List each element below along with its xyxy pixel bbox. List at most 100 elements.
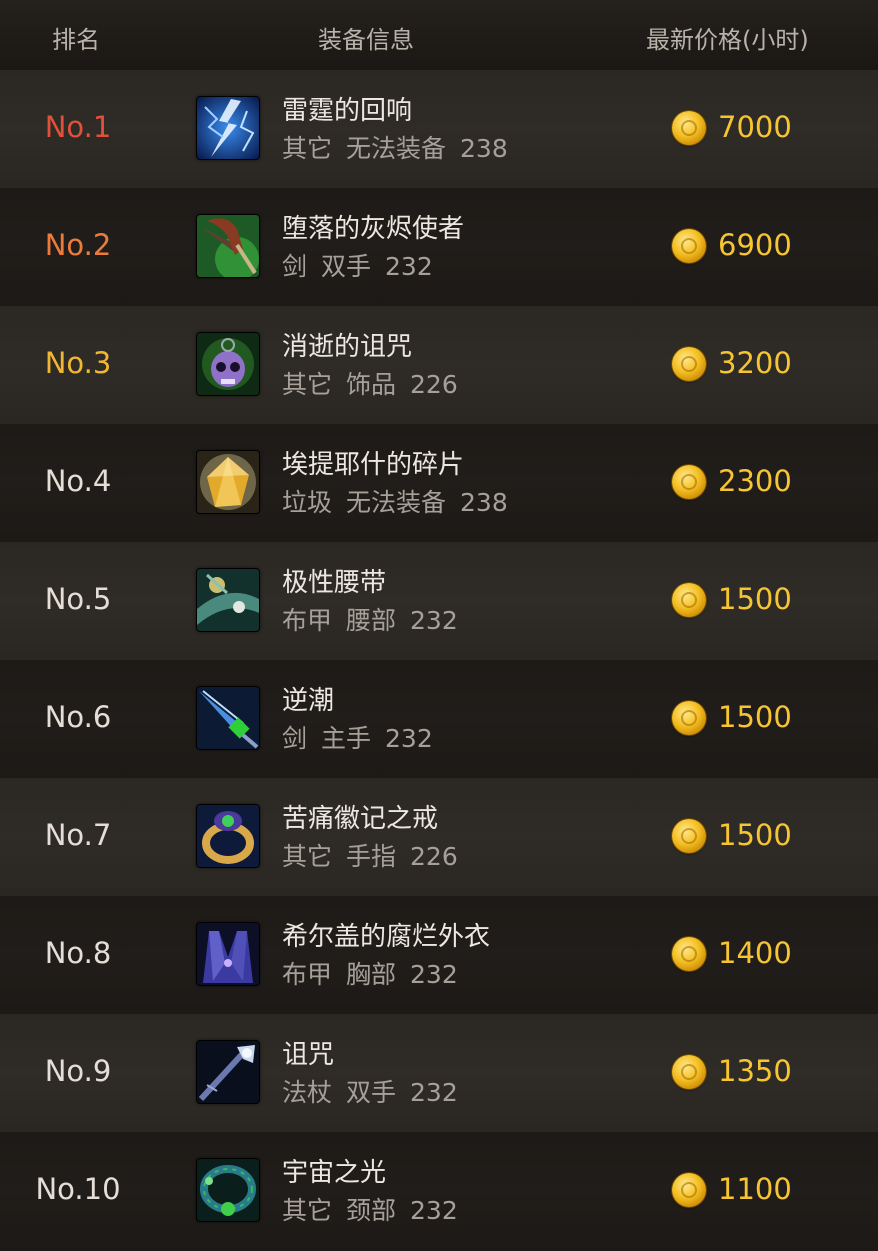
- item-name[interactable]: 雷霆的回响: [282, 90, 412, 127]
- item-meta: 其它 无法装备 238: [282, 129, 522, 165]
- item-price: 1500: [718, 700, 792, 734]
- gem-shard-icon: [197, 451, 259, 513]
- item-price: 2300: [718, 464, 792, 498]
- gold-coin-icon: [672, 347, 706, 381]
- item-type: 剑: [282, 252, 308, 281]
- rank-label: No.6: [44, 700, 112, 734]
- ranking-list: No.1 雷霆的回响 其它 无法装备 238 7000 No.2 堕落的灰烬使者…: [0, 70, 878, 1250]
- item-meta: 布甲 腰部 232: [282, 601, 472, 637]
- item-name[interactable]: 宇宙之光: [282, 1152, 386, 1189]
- item-name[interactable]: 极性腰带: [282, 562, 386, 599]
- item-meta: 剑主手 232: [282, 719, 447, 755]
- item-slot: 腰部: [346, 606, 397, 635]
- gold-coin-icon: [672, 1055, 706, 1089]
- item-name[interactable]: 消逝的诅咒: [282, 326, 412, 363]
- item-price: 3200: [718, 346, 792, 380]
- table-row[interactable]: No.1 雷霆的回响 其它 无法装备 238 7000: [0, 70, 878, 188]
- rank-label: No.8: [44, 936, 112, 970]
- ring-icon: [197, 805, 259, 867]
- item-meta: 其它 颈部 232: [282, 1191, 472, 1227]
- rank-label: No.1: [44, 110, 112, 144]
- item-level: 226: [410, 370, 458, 399]
- item-slot: 无法装备: [346, 488, 447, 517]
- item-price: 1400: [718, 936, 792, 970]
- item-name[interactable]: 苦痛徽记之戒: [282, 798, 438, 835]
- item-name[interactable]: 堕落的灰烬使者: [282, 208, 464, 245]
- rank-label: No.9: [44, 1054, 112, 1088]
- item-level: 238: [460, 488, 508, 517]
- item-meta: 法杖 双手 232: [282, 1073, 472, 1109]
- item-level: 226: [410, 842, 458, 871]
- item-meta: 其它 饰品 226: [282, 365, 472, 401]
- item-level: 238: [460, 134, 508, 163]
- item-type: 其它: [282, 1196, 333, 1225]
- ashbringer-sword-icon: [197, 215, 259, 277]
- item-type: 布甲: [282, 960, 333, 989]
- gold-coin-icon: [672, 465, 706, 499]
- table-row[interactable]: No.7 苦痛徽记之戒 其它 手指 226 1500: [0, 778, 878, 896]
- table-row[interactable]: No.10 宇宙之光 其它 颈部 232 1100: [0, 1132, 878, 1250]
- table-row[interactable]: No.8 希尔盖的腐烂外衣 布甲 胸部 232 1400: [0, 896, 878, 1014]
- item-slot: 双手: [346, 1078, 397, 1107]
- belt-icon: [197, 569, 259, 631]
- item-type: 法杖: [282, 1078, 333, 1107]
- item-price: 6900: [718, 228, 792, 262]
- item-slot: 双手: [321, 252, 372, 281]
- skull-trinket-icon: [197, 333, 259, 395]
- table-row[interactable]: No.3 消逝的诅咒 其它 饰品 226 3200: [0, 306, 878, 424]
- item-level: 232: [410, 1196, 458, 1225]
- item-price: 1500: [718, 818, 792, 852]
- item-meta: 垃圾 无法装备 238: [282, 483, 522, 519]
- table-row[interactable]: No.4 埃提耶什的碎片 垃圾 无法装备 238 2300: [0, 424, 878, 542]
- item-name[interactable]: 诅咒: [282, 1034, 334, 1071]
- robe-icon: [197, 923, 259, 985]
- rank-label: No.10: [35, 1172, 121, 1206]
- item-name[interactable]: 逆潮: [282, 680, 334, 717]
- gold-coin-icon: [672, 937, 706, 971]
- header-item-info: 装备信息: [318, 26, 414, 54]
- gold-coin-icon: [672, 583, 706, 617]
- item-type: 剑: [282, 724, 308, 753]
- staff-icon: [197, 1041, 259, 1103]
- lightning-icon: [197, 97, 259, 159]
- rank-label: No.3: [44, 346, 112, 380]
- item-type: 垃圾: [282, 488, 333, 517]
- gold-coin-icon: [672, 111, 706, 145]
- table-row[interactable]: No.6 逆潮 剑主手 232 1500: [0, 660, 878, 778]
- item-level: 232: [410, 606, 458, 635]
- item-level: 232: [410, 960, 458, 989]
- item-price: 1350: [718, 1054, 792, 1088]
- rank-label: No.4: [44, 464, 112, 498]
- item-price: 1100: [718, 1172, 792, 1206]
- item-slot: 手指: [346, 842, 397, 871]
- item-type: 其它: [282, 134, 333, 163]
- price-ranking-table: 排名 装备信息 最新价格(小时) No.1 雷霆的回响 其它 无法装备 238 70: [0, 0, 878, 1251]
- item-name[interactable]: 埃提耶什的碎片: [282, 444, 464, 481]
- item-slot: 颈部: [346, 1196, 397, 1225]
- item-level: 232: [385, 724, 433, 753]
- gold-coin-icon: [672, 819, 706, 853]
- item-slot: 无法装备: [346, 134, 447, 163]
- necklace-icon: [197, 1159, 259, 1221]
- item-level: 232: [410, 1078, 458, 1107]
- table-row[interactable]: No.5 极性腰带 布甲 腰部 232 1500: [0, 542, 878, 660]
- item-slot: 胸部: [346, 960, 397, 989]
- item-slot: 饰品: [346, 370, 397, 399]
- gold-coin-icon: [672, 701, 706, 735]
- item-meta: 布甲 胸部 232: [282, 955, 472, 991]
- table-row[interactable]: No.2 堕落的灰烬使者 剑双手 232 6900: [0, 188, 878, 306]
- table-header: 排名 装备信息 最新价格(小时): [0, 0, 878, 71]
- header-latest-price: 最新价格(小时): [646, 26, 809, 54]
- blue-sword-icon: [197, 687, 259, 749]
- rank-label: No.7: [44, 818, 112, 852]
- header-rank: 排名: [52, 26, 100, 54]
- item-slot: 主手: [321, 724, 372, 753]
- item-type: 其它: [282, 370, 333, 399]
- item-meta: 其它 手指 226: [282, 837, 472, 873]
- rank-label: No.5: [44, 582, 112, 616]
- item-name[interactable]: 希尔盖的腐烂外衣: [282, 916, 490, 953]
- item-price: 1500: [718, 582, 792, 616]
- table-row[interactable]: No.9 诅咒 法杖 双手 232 1350: [0, 1014, 878, 1132]
- item-meta: 剑双手 232: [282, 247, 447, 283]
- item-level: 232: [385, 252, 433, 281]
